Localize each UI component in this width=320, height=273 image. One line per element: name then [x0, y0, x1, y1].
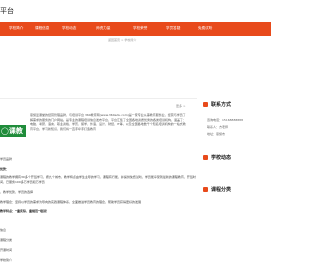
body-heading: 优势：: [0, 167, 10, 171]
news-title: 学校动态: [211, 155, 232, 161]
nav-item-teachers[interactable]: 师资力量: [96, 26, 110, 31]
intro-text: 恩施爱课堂的经营管理品牌，与培训平台 360教育网(www.360edu.com…: [30, 113, 187, 131]
body-line: 教学特点：“重实际、重规范”培训！: [0, 209, 49, 213]
news-heading: 学校动态: [203, 154, 231, 161]
breadcrumb[interactable]: 返回首页 > 学校简介: [108, 38, 136, 42]
courses-icon: [203, 187, 208, 192]
site-title: 平台: [0, 7, 14, 15]
page-background: [0, 40, 271, 98]
contact-icon: [203, 102, 208, 107]
nav-item-faq[interactable]: 学员答疑: [166, 26, 180, 31]
bottom-line[interactable]: 开课时间: [0, 248, 12, 252]
body-line: 课程的教学拥有30多个开班学习，按九个城市，教学特点由学生主导的学习，课程有行能…: [0, 175, 196, 184]
news-icon: [203, 155, 208, 160]
main-nav: 学校简介 课程信息 学校动态 师资力量 学校荣誉 学员答疑 免费试听: [0, 22, 271, 36]
contact-line: 联系人：方老师: [207, 125, 229, 129]
school-logo: ◯课教育: [0, 125, 26, 147]
nav-item-trial[interactable]: 免费试听: [198, 26, 212, 31]
bottom-line[interactable]: 课程分类: [0, 238, 12, 242]
nav-item-courses[interactable]: 课程信息: [35, 26, 49, 31]
more-link[interactable]: 更多 >: [176, 104, 185, 108]
bottom-line[interactable]: 学校简介: [0, 258, 12, 262]
nav-item-news[interactable]: 学校动态: [62, 26, 76, 31]
nav-item-honors[interactable]: 学校荣誉: [133, 26, 147, 31]
bottom-line: 信息: [0, 228, 7, 232]
contact-heading: 联系方式: [203, 101, 231, 108]
body-line: 教学理念：坚持以学员的需求为导向的实践课程体系，全面推进学员教育的理念，帮助学员…: [0, 200, 142, 204]
nav-item-intro[interactable]: 学校简介: [9, 26, 23, 31]
body-line: 学员品牌: [0, 157, 13, 161]
contact-line: 地址：恩施市: [207, 132, 226, 136]
courses-title: 课程分类: [211, 187, 232, 193]
courses-heading: 课程分类: [203, 186, 231, 193]
contact-line: 咨询电话：15168888888: [207, 118, 243, 122]
contact-title: 联系方式: [211, 102, 232, 108]
body-line: ，教学优势，学员的选择: [0, 190, 34, 194]
